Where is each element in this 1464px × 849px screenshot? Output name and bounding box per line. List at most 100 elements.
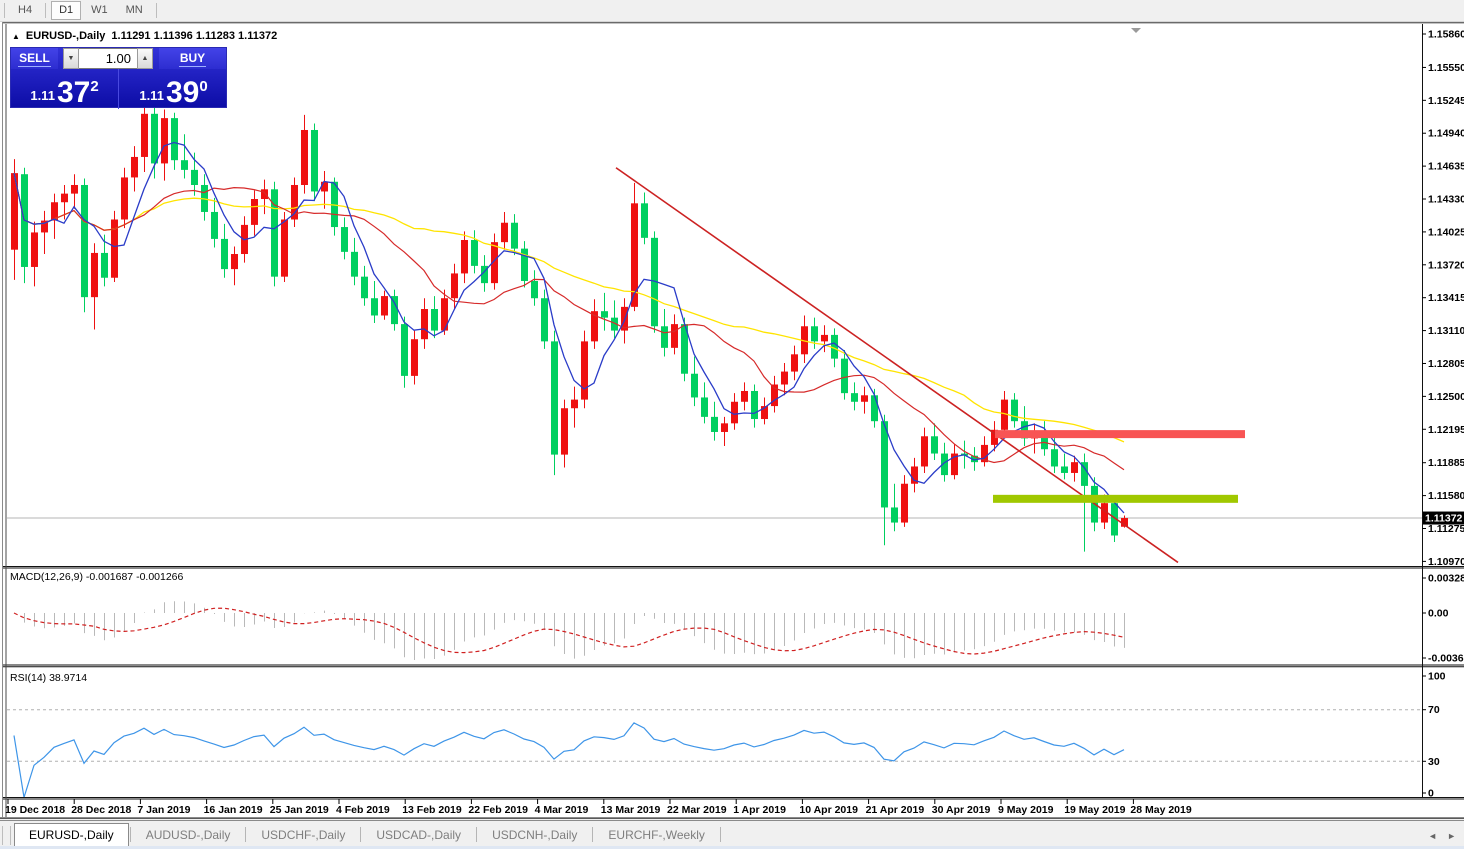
svg-text:RSI(14) 38.9714: RSI(14) 38.9714	[10, 672, 87, 684]
svg-text:1.11580: 1.11580	[1428, 490, 1464, 502]
svg-text:1.14635: 1.14635	[1428, 161, 1464, 173]
svg-text:-0.003659: -0.003659	[1428, 653, 1464, 665]
terminal: H4 D1W1MN MACD(12,26,9) -0.001687 -0.0012…	[0, 0, 1464, 849]
resistance-band	[995, 430, 1245, 438]
one-click-trade-panel: SELL ▼ ▲ BUY 1.11 37 2 1.11 39 0	[10, 47, 227, 108]
svg-text:1.15245: 1.15245	[1428, 95, 1464, 107]
sell-price-sup: 2	[90, 78, 98, 95]
svg-text:22 Feb 2019: 22 Feb 2019	[468, 804, 528, 816]
svg-text:1.12500: 1.12500	[1428, 391, 1464, 403]
tab-scroll-right-icon[interactable]: ►	[1447, 831, 1456, 841]
rsi-line	[14, 723, 1124, 798]
sell-price-big: 37	[57, 78, 90, 108]
svg-text:19 May 2019: 19 May 2019	[1064, 804, 1125, 816]
rsi-panel-layer: RSI(14) 38.9714	[7, 672, 1422, 797]
timeframe-button-d1[interactable]: D1	[51, 1, 81, 20]
tab-scroll-left-icon[interactable]: ◄	[1428, 831, 1437, 841]
symbol-tab-bar: EURUSD-,DailyAUDUSD-,DailyUSDCHF-,DailyU…	[0, 820, 1464, 846]
svg-text:0.00: 0.00	[1428, 608, 1449, 620]
svg-text:7 Jan 2019: 7 Jan 2019	[137, 804, 190, 816]
svg-text:30 Apr 2019: 30 Apr 2019	[932, 804, 991, 816]
buy-price-sup: 0	[199, 78, 207, 95]
svg-text:1.11275: 1.11275	[1428, 523, 1464, 535]
chart-header: ▲ EURUSD-,Daily 1.11291 1.11396 1.11283 …	[12, 30, 277, 42]
date-axis[interactable]: 19 Dec 2018 28 Dec 2018 7 Jan 2019 16 Jan 2…	[5, 799, 1192, 816]
svg-text:1 Apr 2019: 1 Apr 2019	[733, 804, 786, 816]
svg-text:1.15550: 1.15550	[1428, 62, 1464, 74]
svg-text:MACD(12,26,9) -0.001687 -0.001: MACD(12,26,9) -0.001687 -0.001266	[10, 571, 184, 583]
trade-panel-controls: SELL ▼ ▲ BUY	[11, 48, 226, 69]
svg-text:9 May 2019: 9 May 2019	[998, 804, 1054, 816]
ma-mid-line	[14, 173, 1124, 470]
tab-eurchf-weekly[interactable]: EURCHF-,Weekly	[594, 825, 718, 846]
svg-text:13 Feb 2019: 13 Feb 2019	[402, 804, 462, 816]
volume-increase-button[interactable]: ▲	[137, 48, 153, 69]
svg-text:1.14025: 1.14025	[1428, 226, 1464, 238]
tab-usdcnh-daily[interactable]: USDCNH-,Daily	[478, 825, 591, 846]
tab-separator	[130, 827, 131, 842]
svg-text:70: 70	[1428, 704, 1440, 716]
sell-price-box[interactable]: 1.11 37 2	[11, 69, 119, 109]
svg-text:1.13415: 1.13415	[1428, 292, 1464, 304]
ohlc-quotes: 1.11291 1.11396 1.11283 1.11372	[111, 30, 277, 42]
symbol-title: EURUSD-,Daily	[26, 30, 105, 42]
volume-decrease-button[interactable]: ▼	[63, 48, 79, 69]
timeframe-button-h4[interactable]: H4	[10, 1, 40, 20]
svg-text:1.10970: 1.10970	[1428, 556, 1464, 568]
svg-text:16 Jan 2019: 16 Jan 2019	[204, 804, 263, 816]
svg-text:1.14330: 1.14330	[1428, 194, 1464, 206]
macd-signal-line	[14, 608, 1124, 654]
sell-price-prefix: 1.11	[30, 88, 55, 103]
timeframe-button-mn[interactable]: MN	[118, 1, 151, 20]
tab-list: EURUSD-,DailyAUDUSD-,DailyUSDCHF-,DailyU…	[14, 822, 722, 846]
tab-separator	[360, 827, 361, 842]
svg-text:1.14940: 1.14940	[1428, 128, 1464, 140]
svg-text:1.11885: 1.11885	[1428, 457, 1464, 469]
svg-text:1.11372: 1.11372	[1425, 513, 1463, 525]
svg-text:1.12195: 1.12195	[1428, 424, 1464, 436]
tab-scroll-arrows: ◄ ►	[1428, 831, 1456, 841]
price-axis[interactable]: 1.15860 1.15550 1.15245 1.14940 1.14635 1.143…	[1422, 29, 1464, 800]
sell-button[interactable]: SELL	[11, 48, 58, 69]
svg-text:100: 100	[1428, 671, 1446, 683]
tabbar-gripper[interactable]	[2, 826, 11, 845]
support-band	[993, 495, 1238, 503]
svg-text:1.13110: 1.13110	[1428, 325, 1464, 337]
svg-text:4 Mar 2019: 4 Mar 2019	[535, 804, 589, 816]
macd-panel-layer: MACD(12,26,9) -0.001687 -0.001266	[10, 571, 1125, 660]
svg-text:0: 0	[1428, 788, 1434, 800]
tab-eurusd-daily[interactable]: EURUSD-,Daily	[14, 823, 129, 846]
chart-shift-icon	[1131, 28, 1141, 33]
tab-usdcad-daily[interactable]: USDCAD-,Daily	[362, 825, 475, 846]
svg-text:4 Feb 2019: 4 Feb 2019	[336, 804, 390, 816]
buy-price-prefix: 1.11	[139, 88, 164, 103]
ma-slow-line	[14, 173, 1124, 442]
buy-button[interactable]: BUY	[159, 48, 226, 69]
svg-text:21 Apr 2019: 21 Apr 2019	[866, 804, 925, 816]
collapse-icon[interactable]: ▲	[12, 32, 20, 41]
svg-text:1.13720: 1.13720	[1428, 259, 1464, 271]
svg-text:10 Apr 2019: 10 Apr 2019	[799, 804, 858, 816]
svg-text:13 Mar 2019: 13 Mar 2019	[601, 804, 661, 816]
tab-separator	[476, 827, 477, 842]
tab-separator	[720, 827, 721, 842]
svg-text:25 Jan 2019: 25 Jan 2019	[270, 804, 329, 816]
svg-text:1.12805: 1.12805	[1428, 358, 1464, 370]
tab-usdchf-daily[interactable]: USDCHF-,Daily	[247, 825, 359, 846]
timeframe-button-w1[interactable]: W1	[83, 1, 116, 20]
volume-input[interactable]	[79, 48, 137, 69]
buy-price-box[interactable]: 1.11 39 0	[119, 69, 228, 109]
svg-text:19 Dec 2018: 19 Dec 2018	[5, 804, 65, 816]
buy-price-big: 39	[166, 78, 199, 108]
price-chart[interactable]: MACD(12,26,9) -0.001687 -0.001266 RSI(14)…	[0, 0, 1464, 849]
timeframe-toolbar: H4 D1W1MN	[0, 0, 1464, 22]
svg-text:22 Mar 2019: 22 Mar 2019	[667, 804, 727, 816]
svg-text:28 May 2019: 28 May 2019	[1130, 804, 1191, 816]
macd-histogram	[15, 601, 1125, 660]
svg-text:1.15860: 1.15860	[1428, 29, 1464, 41]
svg-text:0.003287: 0.003287	[1428, 573, 1464, 585]
candles-layer	[11, 104, 1128, 552]
svg-text:28 Dec 2018: 28 Dec 2018	[71, 804, 131, 816]
tab-audusd-daily[interactable]: AUDUSD-,Daily	[132, 825, 245, 846]
tab-separator	[245, 827, 246, 842]
